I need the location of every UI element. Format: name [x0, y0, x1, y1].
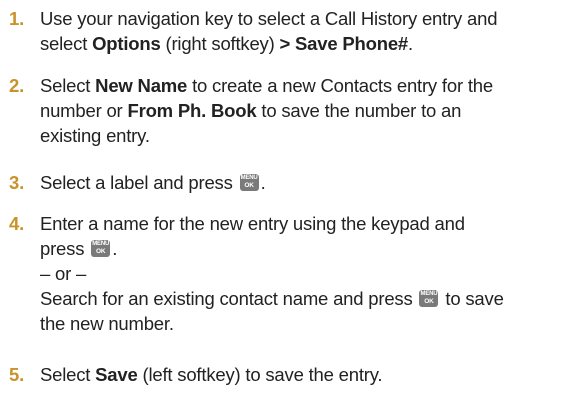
step-number: 5. — [9, 364, 25, 385]
step-line: Search for an existing contact name and … — [40, 288, 504, 309]
new-name-label: New Name — [95, 75, 188, 96]
save-phone-label: > Save Phone# — [279, 33, 409, 54]
or-separator: – or – — [40, 263, 87, 284]
step-line: number or From Ph. Book to save the numb… — [40, 100, 462, 121]
menu-ok-key-icon: MENU OK — [239, 174, 259, 191]
step-line: existing entry. — [40, 125, 150, 146]
step-line: the new number. — [40, 313, 174, 334]
step-number: 1. — [9, 8, 25, 29]
save-label: Save — [95, 364, 138, 385]
options-label: Options — [92, 33, 161, 54]
step-line: Enter a name for the new entry using the… — [40, 213, 465, 234]
step-line: Use your navigation key to select a Call… — [40, 8, 498, 29]
step-line: Select New Name to create a new Contacts… — [40, 75, 493, 96]
step-number: 2. — [9, 75, 25, 96]
step-text: Select a label and press MENU OK. — [40, 170, 580, 195]
step-number: 4. — [9, 213, 25, 234]
step-line: select Options (right softkey) > Save Ph… — [40, 33, 413, 54]
step-text: Select Save (left softkey) to save the e… — [40, 362, 580, 387]
step-text: Use your navigation key to select a Call… — [40, 6, 580, 56]
step-number: 3. — [9, 172, 25, 193]
step-text: Enter a name for the new entry using the… — [40, 211, 580, 336]
from-ph-book-label: From Ph. Book — [127, 100, 257, 121]
step-line: Select a label and press MENU OK. — [40, 172, 266, 193]
instruction-list: 1. Use your navigation key to select a C… — [0, 0, 584, 400]
step-line: Select Save (left softkey) to save the e… — [40, 364, 383, 385]
menu-ok-key-icon: MENU OK — [91, 240, 111, 257]
menu-ok-key-icon: MENU OK — [419, 290, 439, 307]
step-line: press MENU OK. — [40, 238, 118, 259]
step-text: Select New Name to create a new Contacts… — [40, 73, 580, 148]
